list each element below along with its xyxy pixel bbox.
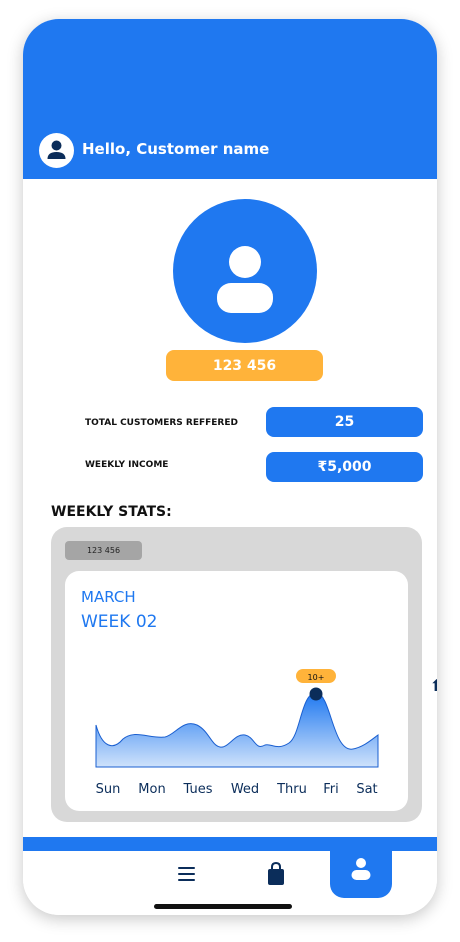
greeting-text: Hello, Customer name [82, 140, 270, 158]
peak-label: 10+ [308, 673, 325, 682]
x-axis-label: Sun [96, 782, 121, 797]
peak-point [309, 687, 323, 701]
x-axis-label: Mon [138, 782, 165, 797]
x-axis-label: Fri [323, 782, 339, 797]
x-axis-label: Thru [276, 782, 307, 797]
weekly-stats-heading: WEEKLY STATS: [51, 504, 172, 520]
weekly-income-value: ₹5,000 [266, 452, 423, 482]
app-header: Hello, Customer name [23, 19, 437, 179]
phone-screen: Hello, Customer name 123 456 TOTAL CUSTO… [23, 19, 437, 915]
weekly-chart-card: MARCH WEEK 02 10+ Sun Mon Tues Wed Thru Fri Sa… [65, 571, 408, 811]
x-axis-label: Sat [356, 782, 377, 797]
side-arrow-icon[interactable]: ⬆ [430, 676, 437, 695]
area-fill [95, 692, 379, 768]
bag-icon [268, 862, 284, 885]
header-avatar[interactable] [39, 133, 74, 168]
user-icon [47, 140, 66, 159]
user-icon [217, 246, 273, 313]
shop-button[interactable] [264, 862, 288, 886]
menu-icon [178, 867, 195, 881]
total-customers-label: TOTAL CUSTOMERS REFFERED [85, 418, 238, 428]
total-customers-value: 25 [266, 407, 423, 437]
x-axis-label: Tues [183, 782, 213, 797]
peak-callout: 10+ [296, 669, 336, 701]
x-axis-labels: Sun Mon Tues Wed Thru Fri Sat [96, 782, 378, 797]
profile-nav-button[interactable] [330, 837, 392, 898]
profile-avatar[interactable] [173, 199, 317, 343]
stats-tag: 123 456 [65, 541, 142, 560]
weekly-income-label: WEEKLY INCOME [85, 460, 169, 470]
home-indicator[interactable] [154, 904, 292, 909]
customer-id-badge: 123 456 [166, 350, 323, 381]
menu-button[interactable] [175, 862, 199, 886]
weekly-area-chart: 10+ Sun Mon Tues Wed Thru Fri Sat [95, 669, 379, 797]
user-icon [351, 858, 371, 880]
x-axis-label: Wed [231, 782, 259, 797]
weekly-stats-card: 123 456 MARCH WEEK 02 10+ Sun Mon Tues Wed T… [51, 527, 422, 822]
